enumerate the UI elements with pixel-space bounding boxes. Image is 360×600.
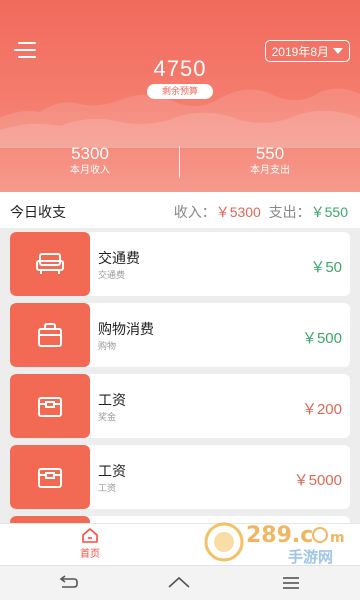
record-item[interactable]: 交通费 交通费 ￥50 [10,232,350,296]
shopping-bag-icon [38,323,62,347]
sofa-icon [36,253,64,274]
svg-text:m: m [330,530,345,546]
month-income-stat: 5300 本月收入 [0,144,180,177]
month-expense-value: 550 [255,144,285,163]
record-category: 工资 [98,483,117,493]
record-amount: ￥200 [301,401,342,418]
month-stats: 5300 本月收入 550 本月支出 [0,144,360,184]
record-icon-tile [10,232,90,296]
record-name: 工资 [98,392,126,408]
tab-home[interactable]: 首页 [70,527,110,560]
record-amount: ￥500 [301,330,342,347]
remaining-budget-label: 剩余预算 [147,84,213,99]
home-icon [82,528,98,543]
tab-home-label: 首页 [80,549,100,560]
record-name: 工资 [98,463,126,479]
today-income-value: ￥5300 [215,204,261,220]
today-expense-label: 支出： [268,204,311,220]
record-item[interactable]: 工资 奖金 ￥200 [10,374,350,438]
record-name: 交通费 [98,250,140,266]
svg-text:手游网: 手游网 [288,548,333,566]
header-banner: 2019年8月 4750 剩余预算 5300 本月收入 550 本月支出 [0,0,360,192]
remaining-budget-amount: 4750 [153,56,207,81]
records-list: 交通费 交通费 ￥50 购物消费 购物 ￥500 工资 奖金 ￥200 工资 工… [10,232,350,535]
record-category: 奖金 [98,412,117,422]
record-category: 交通费 [98,270,126,280]
site-watermark-logo: 289.c m 手游网 [204,522,345,566]
record-category: 购物 [98,341,117,351]
month-expense-stat: 550 本月支出 [180,144,360,177]
today-expense-value: ￥550 [310,204,348,220]
record-name: 购物消费 [98,321,154,337]
month-income-label: 本月收入 [70,165,110,176]
record-icon-tile [10,445,90,509]
today-totals: 收入：￥5300 支出：￥550 [174,202,348,222]
recent-apps-icon[interactable] [280,575,302,591]
record-icon-tile [10,374,90,438]
stats-divider [179,146,180,178]
today-income-label: 收入： [173,204,216,220]
month-income-value: 5300 [71,144,109,163]
record-icon-tile [10,303,90,367]
record-amount: ￥5000 [293,472,342,489]
record-amount: ￥50 [310,259,342,276]
today-summary-bar: 今日收支 收入：￥5300 支出：￥550 [0,192,360,228]
chevron-down-icon [333,48,343,54]
box-icon [38,468,62,488]
month-expense-label: 本月支出 [250,165,290,176]
home-nav-icon[interactable] [167,575,191,591]
box-icon [38,397,62,417]
today-title: 今日收支 [10,204,66,220]
svg-text:289.c: 289.c [246,523,313,548]
record-item[interactable]: 购物消费 购物 ￥500 [10,303,350,367]
back-icon[interactable] [58,575,80,591]
system-navigation-bar [0,565,360,600]
record-item[interactable]: 工资 工资 ￥5000 [10,445,350,509]
